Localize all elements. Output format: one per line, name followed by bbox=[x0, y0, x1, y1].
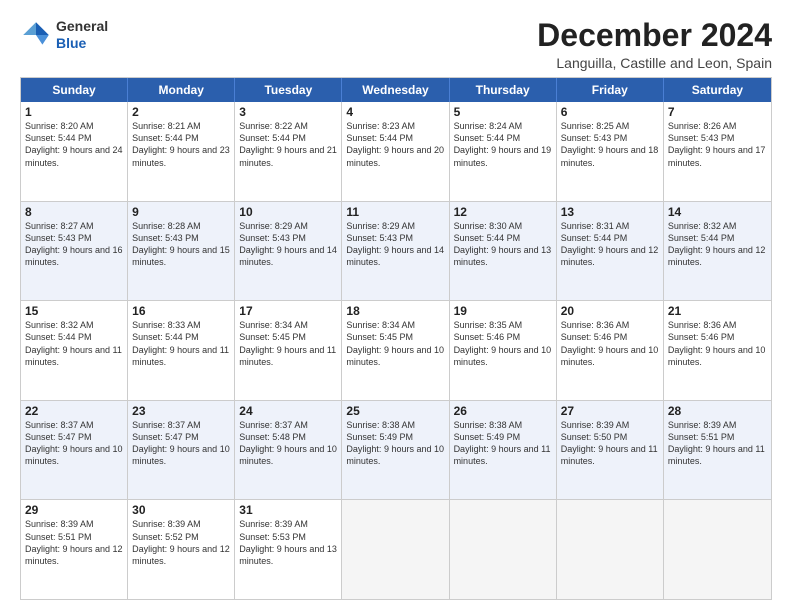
day-3: 3 Sunrise: 8:22 AMSunset: 5:44 PMDayligh… bbox=[235, 102, 342, 201]
month-year: December 2024 bbox=[537, 18, 772, 53]
week-row-5: 29 Sunrise: 8:39 AMSunset: 5:51 PMDaylig… bbox=[21, 499, 771, 599]
header-monday: Monday bbox=[128, 78, 235, 102]
day-7: 7 Sunrise: 8:26 AMSunset: 5:43 PMDayligh… bbox=[664, 102, 771, 201]
empty-2 bbox=[450, 500, 557, 599]
day-19: 19 Sunrise: 8:35 AMSunset: 5:46 PMDaylig… bbox=[450, 301, 557, 400]
header-saturday: Saturday bbox=[664, 78, 771, 102]
title-section: December 2024 Languilla, Castille and Le… bbox=[537, 18, 772, 71]
day-30: 30 Sunrise: 8:39 AMSunset: 5:52 PMDaylig… bbox=[128, 500, 235, 599]
day-22: 22 Sunrise: 8:37 AMSunset: 5:47 PMDaylig… bbox=[21, 401, 128, 500]
week-row-1: 1 Sunrise: 8:20 AMSunset: 5:44 PMDayligh… bbox=[21, 102, 771, 201]
day-28: 28 Sunrise: 8:39 AMSunset: 5:51 PMDaylig… bbox=[664, 401, 771, 500]
day-25: 25 Sunrise: 8:38 AMSunset: 5:49 PMDaylig… bbox=[342, 401, 449, 500]
day-24: 24 Sunrise: 8:37 AMSunset: 5:48 PMDaylig… bbox=[235, 401, 342, 500]
header-thursday: Thursday bbox=[450, 78, 557, 102]
day-4: 4 Sunrise: 8:23 AMSunset: 5:44 PMDayligh… bbox=[342, 102, 449, 201]
day-11: 11 Sunrise: 8:29 AMSunset: 5:43 PMDaylig… bbox=[342, 202, 449, 301]
day-2: 2 Sunrise: 8:21 AMSunset: 5:44 PMDayligh… bbox=[128, 102, 235, 201]
day-26: 26 Sunrise: 8:38 AMSunset: 5:49 PMDaylig… bbox=[450, 401, 557, 500]
day-13: 13 Sunrise: 8:31 AMSunset: 5:44 PMDaylig… bbox=[557, 202, 664, 301]
day-1: 1 Sunrise: 8:20 AMSunset: 5:44 PMDayligh… bbox=[21, 102, 128, 201]
day-20: 20 Sunrise: 8:36 AMSunset: 5:46 PMDaylig… bbox=[557, 301, 664, 400]
day-9: 9 Sunrise: 8:28 AMSunset: 5:43 PMDayligh… bbox=[128, 202, 235, 301]
day-14: 14 Sunrise: 8:32 AMSunset: 5:44 PMDaylig… bbox=[664, 202, 771, 301]
page: General Blue December 2024 Languilla, Ca… bbox=[0, 0, 792, 612]
day-12: 12 Sunrise: 8:30 AMSunset: 5:44 PMDaylig… bbox=[450, 202, 557, 301]
empty-3 bbox=[557, 500, 664, 599]
logo-icon bbox=[20, 19, 52, 51]
calendar: Sunday Monday Tuesday Wednesday Thursday… bbox=[20, 77, 772, 600]
day-8: 8 Sunrise: 8:27 AMSunset: 5:43 PMDayligh… bbox=[21, 202, 128, 301]
day-23: 23 Sunrise: 8:37 AMSunset: 5:47 PMDaylig… bbox=[128, 401, 235, 500]
empty-1 bbox=[342, 500, 449, 599]
calendar-body: 1 Sunrise: 8:20 AMSunset: 5:44 PMDayligh… bbox=[21, 102, 771, 599]
week-row-2: 8 Sunrise: 8:27 AMSunset: 5:43 PMDayligh… bbox=[21, 201, 771, 301]
day-15: 15 Sunrise: 8:32 AMSunset: 5:44 PMDaylig… bbox=[21, 301, 128, 400]
day-31: 31 Sunrise: 8:39 AMSunset: 5:53 PMDaylig… bbox=[235, 500, 342, 599]
day-10: 10 Sunrise: 8:29 AMSunset: 5:43 PMDaylig… bbox=[235, 202, 342, 301]
day-29: 29 Sunrise: 8:39 AMSunset: 5:51 PMDaylig… bbox=[21, 500, 128, 599]
header: General Blue December 2024 Languilla, Ca… bbox=[20, 18, 772, 71]
week-row-3: 15 Sunrise: 8:32 AMSunset: 5:44 PMDaylig… bbox=[21, 300, 771, 400]
location: Languilla, Castille and Leon, Spain bbox=[537, 55, 772, 71]
header-friday: Friday bbox=[557, 78, 664, 102]
day-27: 27 Sunrise: 8:39 AMSunset: 5:50 PMDaylig… bbox=[557, 401, 664, 500]
day-6: 6 Sunrise: 8:25 AMSunset: 5:43 PMDayligh… bbox=[557, 102, 664, 201]
header-tuesday: Tuesday bbox=[235, 78, 342, 102]
day-18: 18 Sunrise: 8:34 AMSunset: 5:45 PMDaylig… bbox=[342, 301, 449, 400]
header-wednesday: Wednesday bbox=[342, 78, 449, 102]
day-5: 5 Sunrise: 8:24 AMSunset: 5:44 PMDayligh… bbox=[450, 102, 557, 201]
logo-text: General Blue bbox=[56, 18, 108, 52]
empty-4 bbox=[664, 500, 771, 599]
week-row-4: 22 Sunrise: 8:37 AMSunset: 5:47 PMDaylig… bbox=[21, 400, 771, 500]
day-17: 17 Sunrise: 8:34 AMSunset: 5:45 PMDaylig… bbox=[235, 301, 342, 400]
day-16: 16 Sunrise: 8:33 AMSunset: 5:44 PMDaylig… bbox=[128, 301, 235, 400]
day-21: 21 Sunrise: 8:36 AMSunset: 5:46 PMDaylig… bbox=[664, 301, 771, 400]
calendar-header: Sunday Monday Tuesday Wednesday Thursday… bbox=[21, 78, 771, 102]
logo: General Blue bbox=[20, 18, 108, 52]
header-sunday: Sunday bbox=[21, 78, 128, 102]
